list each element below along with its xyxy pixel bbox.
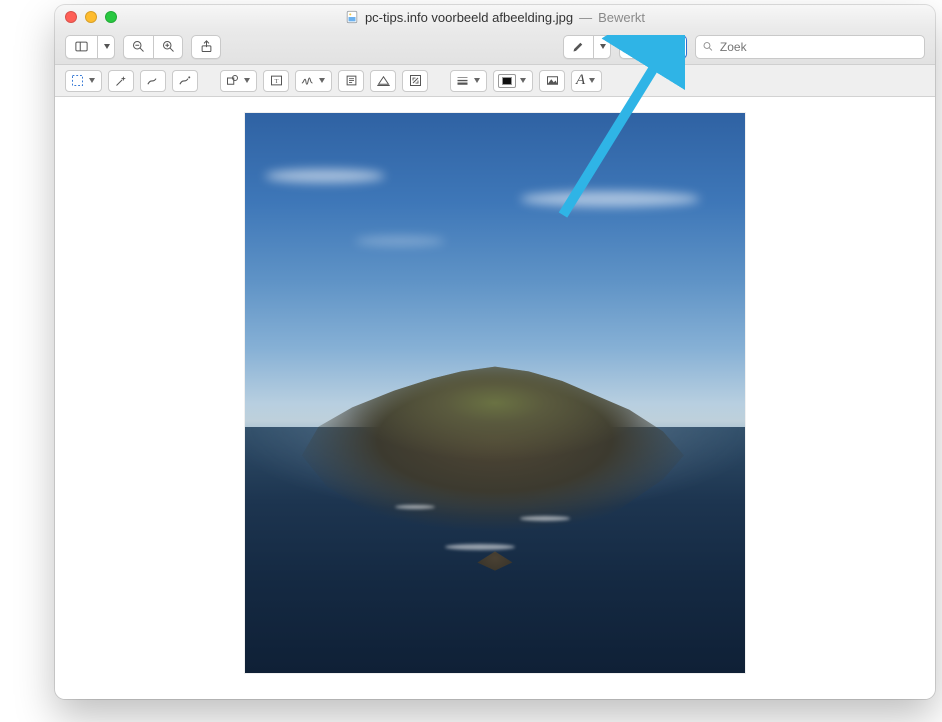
draw-icon (178, 73, 193, 88)
sketch-icon (146, 73, 161, 88)
chevron-down-icon (319, 78, 325, 83)
chevron-down-icon (474, 78, 480, 83)
note-button[interactable] (338, 70, 364, 92)
rotate-button[interactable] (619, 35, 649, 59)
text-style-glyph: A (576, 73, 585, 88)
close-window-button[interactable] (65, 11, 77, 23)
draw-tool-button[interactable] (172, 70, 198, 92)
zoom-out-button[interactable] (123, 35, 153, 59)
shapes-button[interactable] (220, 70, 257, 92)
border-color-button[interactable] (493, 70, 533, 92)
sidebar-menu-button[interactable] (97, 35, 115, 59)
text-style-button[interactable]: A (571, 70, 602, 92)
svg-text:T: T (274, 78, 278, 85)
resize-icon (408, 73, 423, 88)
zoom-controls (123, 35, 183, 59)
markup-toolbar: T A (55, 65, 935, 97)
zoom-in-icon (161, 39, 176, 54)
text-box-icon: T (269, 73, 284, 88)
magic-wand-icon (114, 73, 129, 88)
chevron-down-icon (600, 44, 606, 49)
window-title-separator: — (579, 10, 592, 25)
search-icon (702, 40, 714, 53)
document-icon (345, 10, 359, 24)
sketch-tool-button[interactable] (140, 70, 166, 92)
titlebar: pc-tips.info voorbeeld afbeelding.jpg — … (55, 5, 935, 29)
signature-icon (300, 73, 315, 88)
zoom-out-icon (131, 39, 146, 54)
text-tool-button[interactable]: T (263, 70, 289, 92)
minimize-window-button[interactable] (85, 11, 97, 23)
share-button[interactable] (191, 35, 221, 59)
sidebar-button[interactable] (65, 35, 97, 59)
highlight-tool (563, 35, 611, 59)
sign-button[interactable] (295, 70, 332, 92)
sidebar-toggle (65, 35, 115, 59)
highlighter-icon (571, 39, 586, 54)
fill-color-icon (545, 73, 560, 88)
instant-alpha-button[interactable] (108, 70, 134, 92)
line-weight-icon (455, 73, 470, 88)
chevron-down-icon (89, 78, 95, 83)
note-icon (344, 73, 359, 88)
rotate-icon (627, 39, 642, 54)
zoom-window-button[interactable] (105, 11, 117, 23)
selection-icon (70, 73, 85, 88)
shapes-icon (225, 73, 240, 88)
window-title-status: Bewerkt (598, 10, 645, 25)
markup-toggle-button[interactable] (657, 35, 687, 59)
highlight-button[interactable] (563, 35, 593, 59)
highlight-menu-button[interactable] (593, 35, 611, 59)
chevron-down-icon (589, 78, 595, 83)
main-toolbar (55, 29, 935, 65)
window-title: pc-tips.info voorbeeld afbeelding.jpg — … (55, 10, 935, 25)
selection-tool-button[interactable] (65, 70, 102, 92)
markup-icon (665, 39, 680, 54)
app-window: pc-tips.info voorbeeld afbeelding.jpg — … (55, 5, 935, 699)
fill-color-button[interactable] (539, 70, 565, 92)
search-field[interactable] (695, 35, 925, 59)
canvas-area[interactable] (55, 97, 935, 699)
image-content (245, 113, 745, 673)
share-icon (199, 39, 214, 54)
sidebar-icon (74, 39, 89, 54)
window-title-filename: pc-tips.info voorbeeld afbeelding.jpg (365, 10, 573, 25)
chevron-down-icon (520, 78, 526, 83)
adjust-color-button[interactable] (370, 70, 396, 92)
search-input[interactable] (720, 40, 918, 54)
border-color-swatch (498, 74, 516, 88)
window-controls (65, 11, 117, 23)
adjust-color-icon (376, 73, 391, 88)
border-style-button[interactable] (450, 70, 487, 92)
zoom-in-button[interactable] (153, 35, 183, 59)
chevron-down-icon (104, 44, 110, 49)
adjust-size-button[interactable] (402, 70, 428, 92)
chevron-down-icon (244, 78, 250, 83)
